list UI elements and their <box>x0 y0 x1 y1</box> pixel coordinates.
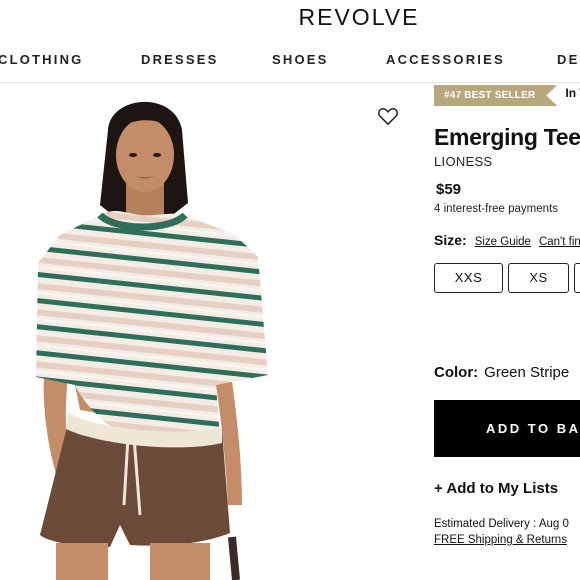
color-value: Green Stripe <box>484 364 570 381</box>
nav-dresses[interactable]: DRESSES <box>141 52 219 67</box>
size-option-xs[interactable]: XS <box>508 263 569 293</box>
size-option-s[interactable] <box>574 263 580 293</box>
estimated-delivery: Estimated Delivery : Aug 0 <box>434 518 569 530</box>
size-label: Size: <box>434 232 467 248</box>
color-label: Color: <box>434 364 479 381</box>
header-divider <box>0 82 580 83</box>
add-to-lists-link[interactable]: + Add to My Lists <box>434 480 558 497</box>
nav-designers[interactable]: DES <box>557 52 580 67</box>
heart-icon[interactable] <box>377 106 399 126</box>
best-seller-row: #47 BEST SELLER In Tops <box>434 85 580 106</box>
size-option-xxs[interactable]: XXS <box>434 263 503 293</box>
revolve-logo[interactable]: REVOLVE <box>0 4 580 31</box>
product-price: $59 <box>436 181 462 198</box>
cant-find-size-link[interactable]: Can't find <box>539 236 580 248</box>
model-photo <box>36 101 268 580</box>
installments-text[interactable]: 4 interest-free payments <box>434 203 558 215</box>
free-shipping-link[interactable]: FREE Shipping & Returns <box>434 534 567 546</box>
product-brand[interactable]: LIONESS <box>434 154 492 169</box>
product-title: Emerging Tee <box>434 124 580 150</box>
size-row: Size: Size Guide Can't find <box>434 232 580 250</box>
nav-shoes[interactable]: SHOES <box>272 52 329 67</box>
nav-clothing[interactable]: CLOTHING <box>0 52 83 67</box>
color-row: Color: Green Stripe <box>434 364 569 381</box>
size-guide-link[interactable]: Size Guide <box>475 236 531 248</box>
nav-accessories[interactable]: ACCESSORIES <box>386 52 505 67</box>
best-seller-badge: #47 BEST SELLER <box>434 85 557 106</box>
product-info: #47 BEST SELLER In Tops Emerging Tee LION… <box>434 85 580 580</box>
main-nav: CLOTHING DRESSES SHOES ACCESSORIES DES <box>0 52 580 72</box>
product-image[interactable] <box>0 85 410 580</box>
add-to-bag-button[interactable]: ADD TO BAG <box>434 400 580 457</box>
badge-category[interactable]: In Tops <box>565 86 580 100</box>
